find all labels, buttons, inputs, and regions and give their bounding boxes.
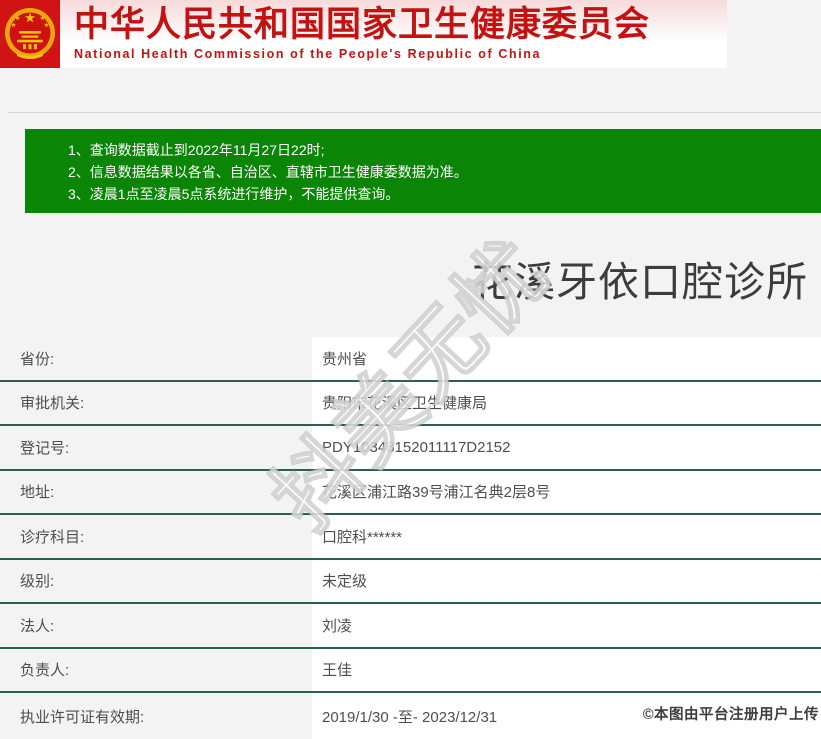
field-label: 法人: [20,617,55,635]
table-row-province: 省份: 贵州省 [0,337,821,382]
field-label: 审批机关: [20,395,85,413]
site-title-en: National Health Commission of the People… [74,46,542,61]
result-table: 省份: 贵州省 审批机关: 贵阳市花溪区卫生健康局 登记号: PDY103481… [0,337,821,739]
header-divider [8,112,821,113]
table-row-level: 级别: 未定级 [0,559,821,604]
table-row-person-in-charge: 负责人: 王佳 [0,648,821,693]
table-row-registration-number: 登记号: PDY10348152011117D2152 [0,426,821,471]
uploader-watermark: ©本图由平台注册用户上传 [642,707,819,723]
field-label: 诊疗科目: [20,528,85,546]
field-label: 地址: [20,484,55,502]
site-title-cn: 中华人民共和国国家卫生健康委员会 [74,5,651,45]
field-label: 执业许可证有效期: [20,708,145,726]
table-row-treatment-subjects: 诊疗科目: 口腔科****** [0,515,821,560]
table-row-legal-person: 法人: 刘凌 [0,604,821,649]
field-value: 未定级 [312,559,821,602]
field-value: 贵阳市花溪区卫生健康局 [312,381,821,424]
institution-name: 花溪牙依口腔诊所 [472,259,808,305]
field-value: 花溪区浦江路39号浦江名典2层8号 [312,470,821,513]
notice-line-1: 1、查询数据截止到2022年11月27日22时; [68,142,325,158]
header-titles: 中华人民共和国国家卫生健康委员会 National Health Commiss… [60,5,651,61]
china-national-emblem-icon [0,0,60,68]
notice-line-2: 2、信息数据结果以各省、自治区、直辖市卫生健康委数据为准。 [68,164,468,180]
field-label: 登记号: [20,439,70,457]
field-value: 刘凌 [312,604,821,647]
table-row-address: 地址: 花溪区浦江路39号浦江名典2层8号 [0,470,821,515]
table-row-approval-authority: 审批机关: 贵阳市花溪区卫生健康局 [0,381,821,426]
field-label: 负责人: [20,662,70,680]
field-value: PDY10348152011117D2152 [312,426,821,469]
field-label: 级别: [20,573,55,591]
field-value: 贵州省 [312,337,821,380]
field-value: 王佳 [312,648,821,691]
site-header: 中华人民共和国国家卫生健康委员会 National Health Commiss… [0,0,727,68]
field-value: 口腔科****** [312,515,821,558]
notice-line-3: 3、凌晨1点至凌晨5点系统进行维护，不能提供查询。 [68,186,400,202]
notice-box: 1、查询数据截止到2022年11月27日22时; 2、信息数据结果以各省、自治区… [25,129,821,213]
field-label: 省份: [20,350,55,368]
